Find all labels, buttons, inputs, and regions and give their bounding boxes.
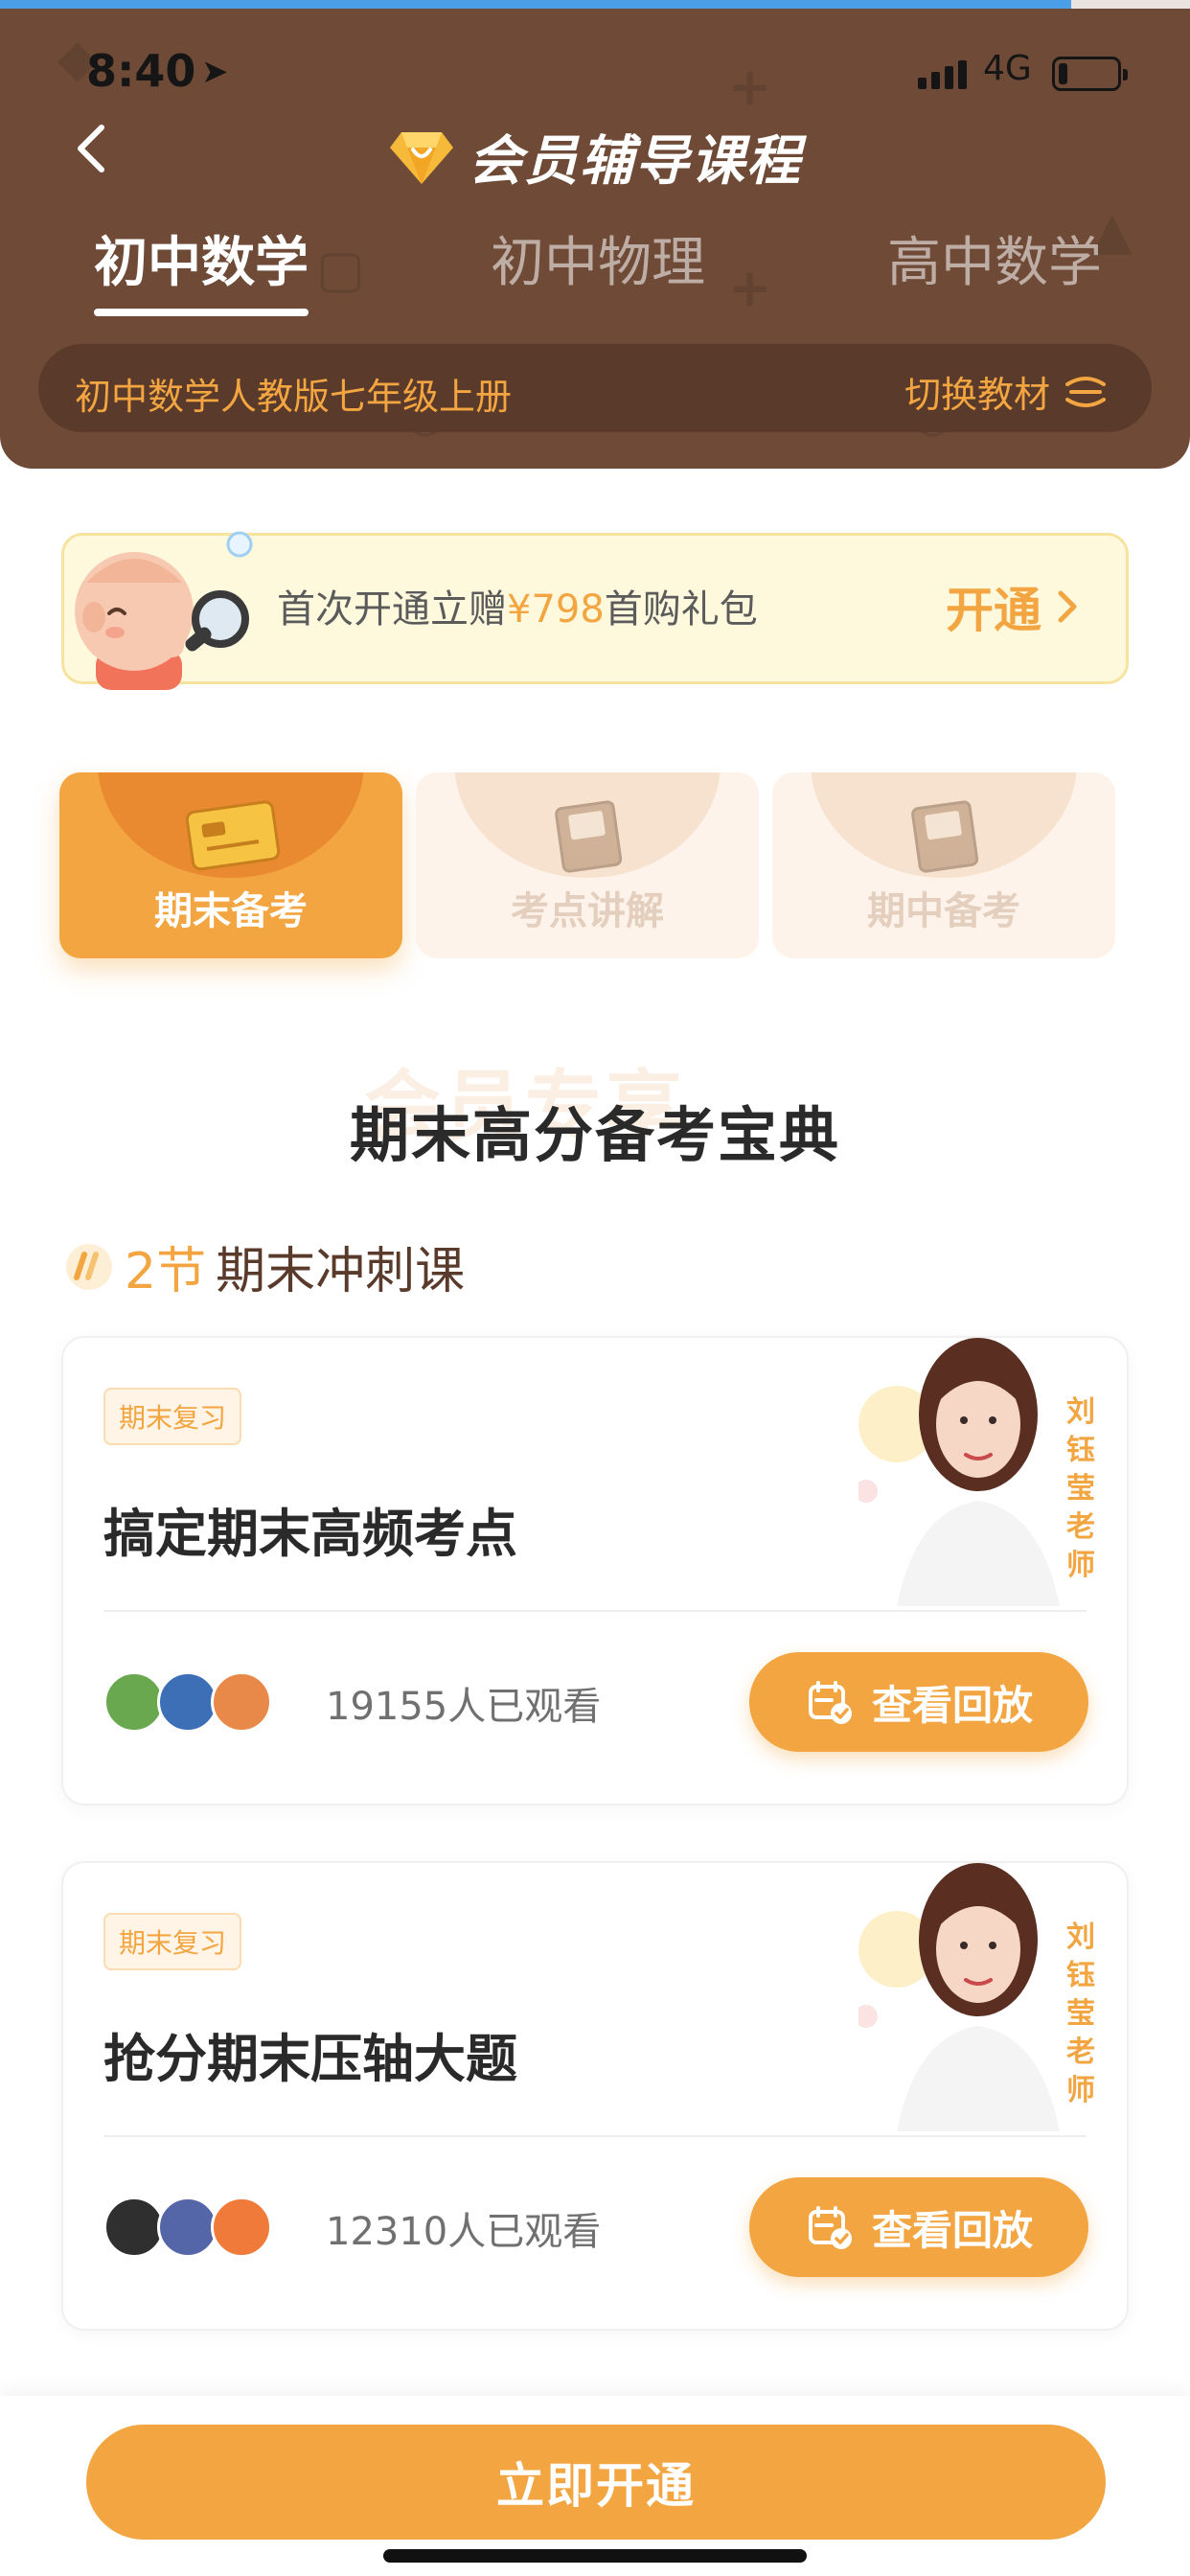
avatar — [103, 1671, 165, 1733]
course-count-text: 期末冲刺课 — [216, 1243, 466, 1300]
promo-text: 首次开通立赠¥798首购礼包 — [277, 578, 758, 633]
ticket-icon — [185, 800, 281, 871]
view-replay-button[interactable]: 查看回放 — [749, 1652, 1088, 1752]
status-time: 8:40 — [86, 45, 196, 97]
viewer-avatars — [103, 1671, 272, 1733]
course-tag: 期末复习 — [103, 1388, 242, 1445]
category-key-points[interactable]: 考点讲解 — [416, 772, 759, 958]
textbook-label: 初中数学人教版七年级上册 — [75, 376, 513, 418]
page-progress-fill — [0, 0, 1071, 9]
avatar — [211, 1671, 272, 1733]
avatar — [103, 2196, 165, 2258]
course-tag: 期末复习 — [103, 1913, 242, 1970]
course-card[interactable]: 期末复习 抢分期末压轴大题 刘钰莹老师 12310人已观看 查看回放 — [61, 1861, 1129, 2331]
teacher-photo — [858, 1863, 1060, 2131]
battery-icon — [1052, 57, 1128, 91]
course-count: 2节 期末冲刺课 — [63, 1230, 465, 1302]
category-label: 期中备考 — [867, 889, 1020, 933]
switch-icon — [1065, 376, 1106, 407]
tab-senior-math[interactable]: 高中数学 — [887, 219, 1102, 297]
calendar-check-icon — [808, 1681, 852, 1724]
view-count: 19155人已观看 — [326, 1685, 602, 1729]
section-title: 期末高分备考宝典 — [349, 1100, 840, 1170]
category-final-prep[interactable]: 期末备考 — [59, 772, 402, 958]
view-replay-button[interactable]: 查看回放 — [749, 2177, 1088, 2277]
view-count: 12310人已观看 — [326, 2210, 602, 2254]
book-icon — [911, 800, 979, 873]
subject-tabs: 初中数学 初中物理 高中数学 — [0, 219, 1190, 316]
tab-junior-physics[interactable]: 初中物理 — [491, 219, 705, 297]
course-count-number: 2节 — [125, 1243, 207, 1300]
switch-textbook-button[interactable]: 切换教材 — [904, 365, 1110, 418]
page-title: 会员辅导课程 — [469, 130, 802, 193]
category-label: 期末备考 — [154, 889, 308, 933]
status-bar: 8:40 ➤ 4G — [0, 35, 1190, 112]
promo-open-button[interactable]: 开通 — [946, 572, 1080, 641]
view-replay-label: 查看回放 — [871, 2206, 1033, 2254]
signal-icon — [918, 60, 967, 89]
promo-amount: ¥798 — [507, 587, 605, 632]
course-title: 抢分期末压轴大题 — [103, 2029, 517, 2089]
sprint-icon — [66, 1243, 112, 1290]
promo-text-before: 首次开通立赠 — [277, 587, 507, 632]
course-title: 搞定期末高频考点 — [103, 1504, 517, 1564]
course-card[interactable]: 期末复习 搞定期末高频考点 刘钰莹老师 19155人已观看 查看回放 — [61, 1336, 1129, 1806]
avatar — [157, 1671, 218, 1733]
divider — [103, 2135, 1087, 2137]
tab-junior-math[interactable]: 初中数学 — [94, 219, 309, 316]
header: ◆ + ▢ + ▲ ○ ○ 8:40 ➤ 4G 会员辅导课程 初中数学 初中物理 — [0, 9, 1190, 469]
teacher-name: 刘钰莹老师 — [1066, 1920, 1095, 2107]
mascot-magnifier-icon — [75, 531, 253, 690]
avatar — [211, 2196, 272, 2258]
divider — [103, 1610, 1087, 1612]
category-label: 考点讲解 — [511, 889, 664, 933]
textbook-bar: 初中数学人教版七年级上册 切换教材 — [38, 344, 1152, 432]
chevron-right-icon — [1058, 590, 1077, 623]
promo-open-label: 开通 — [946, 583, 1041, 638]
teacher-name: 刘钰莹老师 — [1066, 1395, 1095, 1582]
switch-textbook-label: 切换教材 — [904, 374, 1050, 416]
network-type: 4G — [983, 49, 1032, 88]
location-arrow-icon: ➤ — [201, 53, 229, 91]
home-indicator[interactable] — [383, 2549, 807, 2563]
diamond-icon — [390, 131, 453, 184]
viewer-avatars — [103, 2196, 272, 2258]
teacher-photo — [858, 1338, 1060, 1606]
category-midterm-prep[interactable]: 期中备考 — [772, 772, 1115, 958]
avatar — [157, 2196, 218, 2258]
page-progress-bar — [0, 0, 1190, 9]
calendar-check-icon — [808, 2206, 852, 2249]
book-icon — [555, 800, 623, 873]
bottom-bar: 立即开通 — [0, 2396, 1190, 2576]
view-replay-label: 查看回放 — [871, 1681, 1033, 1729]
nav-bar: 会员辅导课程 — [0, 104, 1190, 200]
promo-text-after: 首购礼包 — [604, 587, 758, 632]
activate-now-button[interactable]: 立即开通 — [86, 2425, 1106, 2540]
